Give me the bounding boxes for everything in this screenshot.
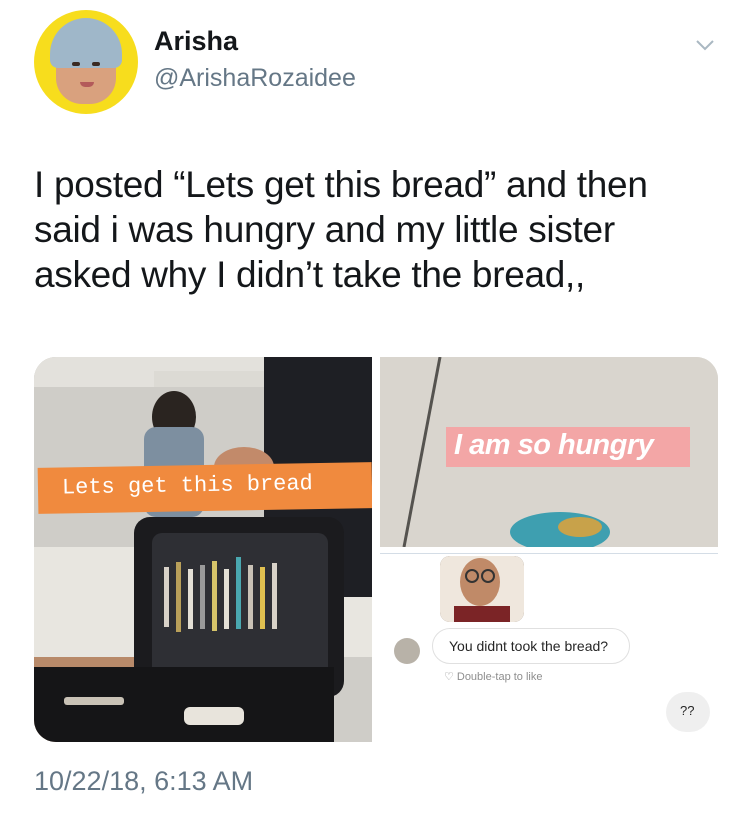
heart-icon: ♡: [444, 671, 454, 683]
tweet-header: Arisha @ArishaRozaidee: [34, 10, 724, 120]
tweet-text-line: asked why I didn’t take the bread,,: [34, 254, 586, 296]
author-name[interactable]: Arisha: [154, 26, 238, 57]
sticker-lets-get-this-bread: Lets get this bread: [37, 462, 372, 514]
dm-photo-illustration: [440, 556, 524, 622]
avatar-eye: [72, 62, 80, 66]
dm-reply-bubble: ??: [666, 692, 710, 732]
sticker-text: Lets get this bread: [61, 471, 314, 501]
dm-shared-photo: [440, 556, 524, 622]
avatar[interactable]: [34, 10, 138, 114]
photo-makeup-bag-illustration: [34, 357, 372, 742]
tweet-text-line: said i was hungry and my little sister: [34, 209, 615, 251]
dm-message-text: You didnt took the bread?: [449, 638, 609, 654]
author-handle[interactable]: @ArishaRozaidee: [154, 64, 356, 93]
photo-dm-screenshot[interactable]: You didnt took the bread? ♡ Double-tap to…: [380, 553, 718, 742]
avatar-hijab: [50, 18, 122, 68]
dm-message-bubble: You didnt took the bread?: [432, 628, 630, 664]
photo-floor-hungry[interactable]: I am so hungry: [380, 357, 718, 547]
tweet-timestamp[interactable]: 10/22/18, 6:13 AM: [34, 766, 253, 797]
dm-reply-text: ??: [680, 703, 695, 718]
tweet-text-line: I posted “Lets get this bread” and then: [34, 164, 648, 205]
tweet-text: I posted “Lets get this bread” and then …: [34, 162, 734, 297]
chevron-down-icon[interactable]: [694, 34, 716, 56]
tweet-media: Lets get this bread I am so hungry You d…: [34, 357, 718, 742]
sticker-text: I am so hungry: [454, 429, 654, 461]
avatar-eye: [92, 62, 100, 66]
dm-like-hint: ♡ Double-tap to like: [444, 670, 542, 683]
dm-sender-avatar: [394, 638, 420, 664]
sticker-i-am-so-hungry: I am so hungry: [446, 427, 690, 467]
dm-like-hint-text: Double-tap to like: [456, 671, 543, 683]
photo-makeup-bag[interactable]: Lets get this bread: [34, 357, 372, 742]
